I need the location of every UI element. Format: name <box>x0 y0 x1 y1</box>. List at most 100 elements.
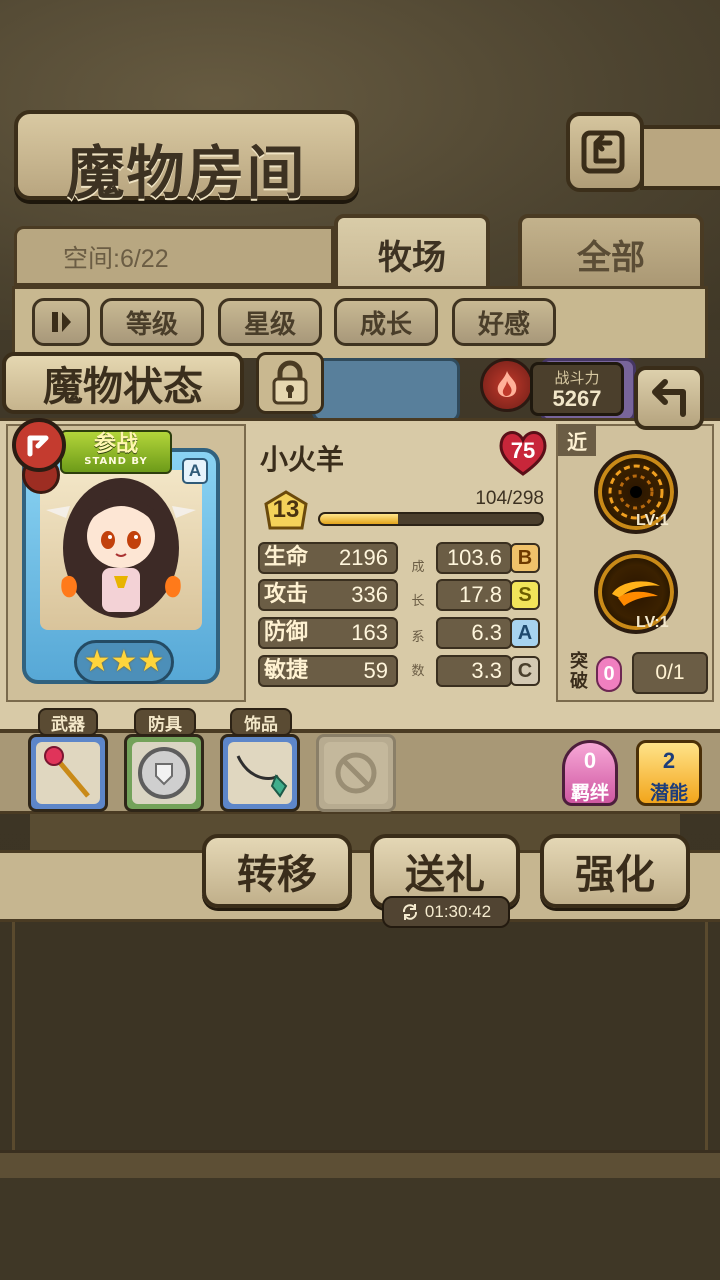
refresh-icon <box>402 904 417 920</box>
weapon-slot-inner <box>36 742 100 804</box>
scepter-icon <box>44 746 90 798</box>
tab-ranch-label: 牧场 <box>378 237 446 278</box>
sort-star-button[interactable]: 星级 <box>218 298 322 346</box>
potential-label: 潜能 <box>649 782 688 804</box>
grade-badge: C <box>510 656 540 686</box>
bond-label: 羁绊 <box>570 782 609 804</box>
tab-all[interactable]: 全部 <box>518 214 704 294</box>
fire-sheep-girl-sprite <box>46 478 196 618</box>
tab-all-label: 全部 <box>577 237 645 278</box>
stat-value: 163 <box>351 620 388 645</box>
sort-affection-button[interactable]: 好感 <box>452 298 556 346</box>
padlock-icon <box>272 360 308 405</box>
stat-name: 生命 <box>264 545 309 570</box>
stat-row-agility: 敏捷 59 <box>258 655 398 687</box>
stat-row-attack: 攻击 336 <box>258 579 398 611</box>
growth-label-char: 数 <box>411 664 425 679</box>
exp-text: 104/298 <box>475 488 544 509</box>
growth-value: 103.6 <box>446 545 502 570</box>
growth-label-char: 成 <box>411 560 425 575</box>
pause-button[interactable] <box>32 298 90 346</box>
space-capacity-text: 空间:6/22 <box>63 245 169 273</box>
combat-power-box: 战斗力 5267 <box>530 362 624 416</box>
armor-slot-inner <box>132 742 196 804</box>
prohibited-icon <box>335 752 377 794</box>
growth-value: 17.8 <box>459 582 502 607</box>
armor-slot[interactable] <box>124 734 204 812</box>
standby-en-label: STAND BY <box>84 456 148 467</box>
accessory-slot-inner <box>228 742 292 804</box>
monster-name: 小火羊 <box>260 443 345 476</box>
growth-value: 3.3 <box>471 658 502 683</box>
potential-count: 2 <box>662 748 676 773</box>
standby-cn-label: 参战 <box>93 431 138 457</box>
title-plate: 魔物房间 <box>14 110 359 207</box>
gift-timer: 01:30:42 <box>382 896 510 928</box>
affection-value: 75 <box>510 438 536 463</box>
grade-badge: S <box>510 580 540 610</box>
sort-level-button[interactable]: 等级 <box>100 298 204 346</box>
stat-value: 59 <box>363 658 388 683</box>
stat-row-defense: 防御 163 <box>258 617 398 649</box>
breakthrough-progress: 0/1 <box>632 652 708 694</box>
monster-portrait <box>40 470 202 630</box>
bottom-frame <box>0 1150 720 1178</box>
background-monster-card <box>312 358 460 422</box>
weapon-slot[interactable] <box>28 734 108 812</box>
bond-count: 0 <box>583 748 597 773</box>
melee-tag: 近 <box>558 424 596 456</box>
stat-name: 防御 <box>264 620 309 645</box>
breakthrough-label: 突破 <box>570 651 588 692</box>
stat-value: 336 <box>351 582 388 607</box>
monster-level: 13 <box>272 496 300 523</box>
growth-label-char: 系 <box>411 630 425 645</box>
monster-room-screen: 魔物房间 空间:6/22 牧场 全部 等级 星级 成长 好感 魔物状态 战斗力 … <box>0 0 720 1280</box>
monster-status-title: 魔物状态 <box>2 352 244 414</box>
back-button[interactable] <box>566 112 644 192</box>
growth-row-agility: 3.3 <box>436 655 512 687</box>
stat-name: 敏捷 <box>264 658 309 683</box>
armor-label: 防具 <box>134 708 196 736</box>
return-button[interactable] <box>634 366 704 430</box>
star-icon: ★ <box>83 644 111 679</box>
necklace-icon <box>236 755 288 798</box>
tab-ranch[interactable]: 牧场 <box>334 214 490 294</box>
exp-bar-fill <box>320 514 398 524</box>
sort-growth-button[interactable]: 成长 <box>334 298 438 346</box>
space-capacity: 空间:6/22 <box>14 226 334 286</box>
standby-badge: 参战 STAND BY <box>60 430 172 474</box>
combat-power-value: 5267 <box>552 386 602 411</box>
locked-slot-inner <box>324 742 388 804</box>
growth-label-char: 长 <box>411 594 425 609</box>
fire-element-icon <box>480 358 534 412</box>
growth-row-hp: 103.6 <box>436 542 512 574</box>
grade-badge: A <box>510 618 540 648</box>
pause-icon <box>52 312 71 332</box>
page-title: 魔物房间 <box>66 139 307 207</box>
stat-value: 2196 <box>339 545 388 570</box>
monster-list-area <box>12 922 708 1162</box>
star-icon: ★ <box>137 644 165 679</box>
shield-icon <box>138 747 190 799</box>
skill-level: LV:1 <box>636 614 669 631</box>
enhance-button[interactable]: 强化 <box>540 834 690 908</box>
rank-badge: A <box>182 458 208 484</box>
accessory-label: 饰品 <box>230 708 292 736</box>
breakthrough-count: 0 <box>596 656 622 692</box>
skill-level: LV:1 <box>636 512 669 529</box>
growth-row-attack: 17.8 <box>436 579 512 611</box>
growth-row-defense: 6.3 <box>436 617 512 649</box>
bottom-background <box>0 1178 720 1280</box>
lock-button[interactable] <box>256 352 324 414</box>
accessory-slot[interactable] <box>220 734 300 812</box>
transfer-button[interactable]: 转移 <box>202 834 352 908</box>
stat-name: 攻击 <box>264 582 309 607</box>
timer-text: 01:30:42 <box>424 902 492 921</box>
arrow-up-icon <box>12 418 66 472</box>
return-arrow-icon <box>652 379 686 417</box>
growth-value: 6.3 <box>471 620 502 645</box>
combat-power-label: 战斗力 <box>554 369 600 387</box>
stat-row-hp: 生命 2196 <box>258 542 398 574</box>
exp-bar <box>318 512 544 526</box>
star-rating: ★ ★ ★ <box>74 640 174 684</box>
